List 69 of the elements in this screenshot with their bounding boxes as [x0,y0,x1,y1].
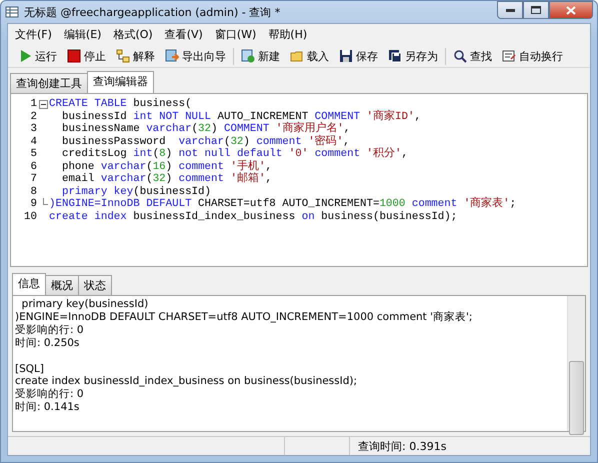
line-number: 5 [30,148,37,160]
window-title: 无标题 @freechargeapplication (admin) - 查询 * [24,4,280,20]
code-line: creditsLog int(8) not null default '0' comment '积分', [60,148,408,160]
line-number: 6 [30,160,37,173]
tab[interactable]: 状态 [78,275,112,295]
diagram-icon [116,49,130,63]
menu-item[interactable]: 格式(O) [108,26,158,43]
tab[interactable]: 查询创建工具 [10,73,88,93]
code-line: create index businessId_index_business on business(businessId); [49,210,458,223]
collapse-icon[interactable] [38,98,48,110]
code-line: businessName varchar(32) COMMENT '商家用户名', [60,123,350,135]
wrap-text-icon [502,49,516,63]
code-line: )ENGINE=InnoDB DEFAULT CHARSET=utf8 AUTO_INCREMENT=1000 comment '商家表'; [49,198,516,210]
code-line: businessPassword varchar(32) comment '密码', [60,136,350,148]
app-icon [5,5,19,19]
folder-icon [290,49,304,63]
stop-icon [67,49,81,63]
line-number: 8 [30,186,37,198]
tab[interactable]: 查询编辑器 [87,71,154,93]
message-line: 受影响的行: 0 [15,388,85,401]
menu-item[interactable]: 查看(V) [160,26,208,43]
toolbar-button[interactable]: 保存 [337,48,380,64]
code-line: CREATE TABLE business( [49,98,192,110]
query-time: 查询时间: 0.391s [357,439,448,455]
menu-item[interactable]: 编辑(E) [58,26,106,43]
toolbar-button[interactable]: 导出向导 [163,48,228,64]
line-number: 1 [30,98,37,110]
message-line: 时间: 0.141s [15,401,80,414]
message-line: )ENGINE=InnoDB DEFAULT CHARSET=utf8 AUTO_INCREMENT=1000 comment '商家表'; [15,310,474,324]
toolbar-button[interactable]: 停止 [65,48,108,64]
tab[interactable]: 信息 [12,273,46,295]
line-number: 4 [30,136,37,148]
toolbar-button[interactable]: 自动换行 [500,48,565,64]
new-query-icon [241,49,255,63]
menu-item[interactable]: 帮助(H) [263,26,312,43]
code-line: primary key(businessId) [60,186,211,198]
toolbar-button[interactable]: 另存为 [386,48,440,64]
minimize-icon [506,8,514,12]
close-icon [566,6,576,14]
maximize-button[interactable] [523,1,549,19]
play-icon [18,49,32,63]
line-number: 2 [30,110,37,123]
close-button[interactable] [549,1,593,19]
toolbar-button[interactable]: 新建 [239,48,282,64]
message-line: primary key(businessId) [20,298,150,311]
code-editor[interactable] [10,93,588,267]
message-line: 时间: 0.250s [15,336,80,350]
minimize-button[interactable] [497,1,523,19]
menu-item[interactable]: 文件(F) [10,26,57,43]
code-line: phone varchar(16) comment '手机', [60,160,272,172]
floppy-disks-icon [388,49,402,63]
line-number: 10 [23,210,37,223]
code-line: email varchar(32) comment '邮箱', [60,173,272,186]
tab[interactable]: 概况 [45,275,79,295]
export-icon [165,49,179,63]
line-number: 9 [30,198,37,210]
message-line: 受影响的行: 0 [15,324,85,337]
toolbar-button[interactable]: 运行 [16,48,59,64]
menu-item[interactable]: 窗口(W) [210,26,262,43]
line-number: 3 [30,123,37,136]
message-line: create index businessId_index_business on business(businessId); [15,375,358,388]
code-line: businessId int NOT NULL AUTO_INCREMENT COMMENT '商家ID', [60,110,421,122]
toolbar-button[interactable]: 载入 [288,48,331,64]
search-icon [453,49,467,63]
line-number: 7 [30,173,37,186]
message-line: [SQL] [15,362,45,376]
maximize-icon [531,6,541,14]
toolbar-button[interactable]: 查找 [451,48,494,64]
toolbar-button[interactable]: 解释 [114,48,157,64]
